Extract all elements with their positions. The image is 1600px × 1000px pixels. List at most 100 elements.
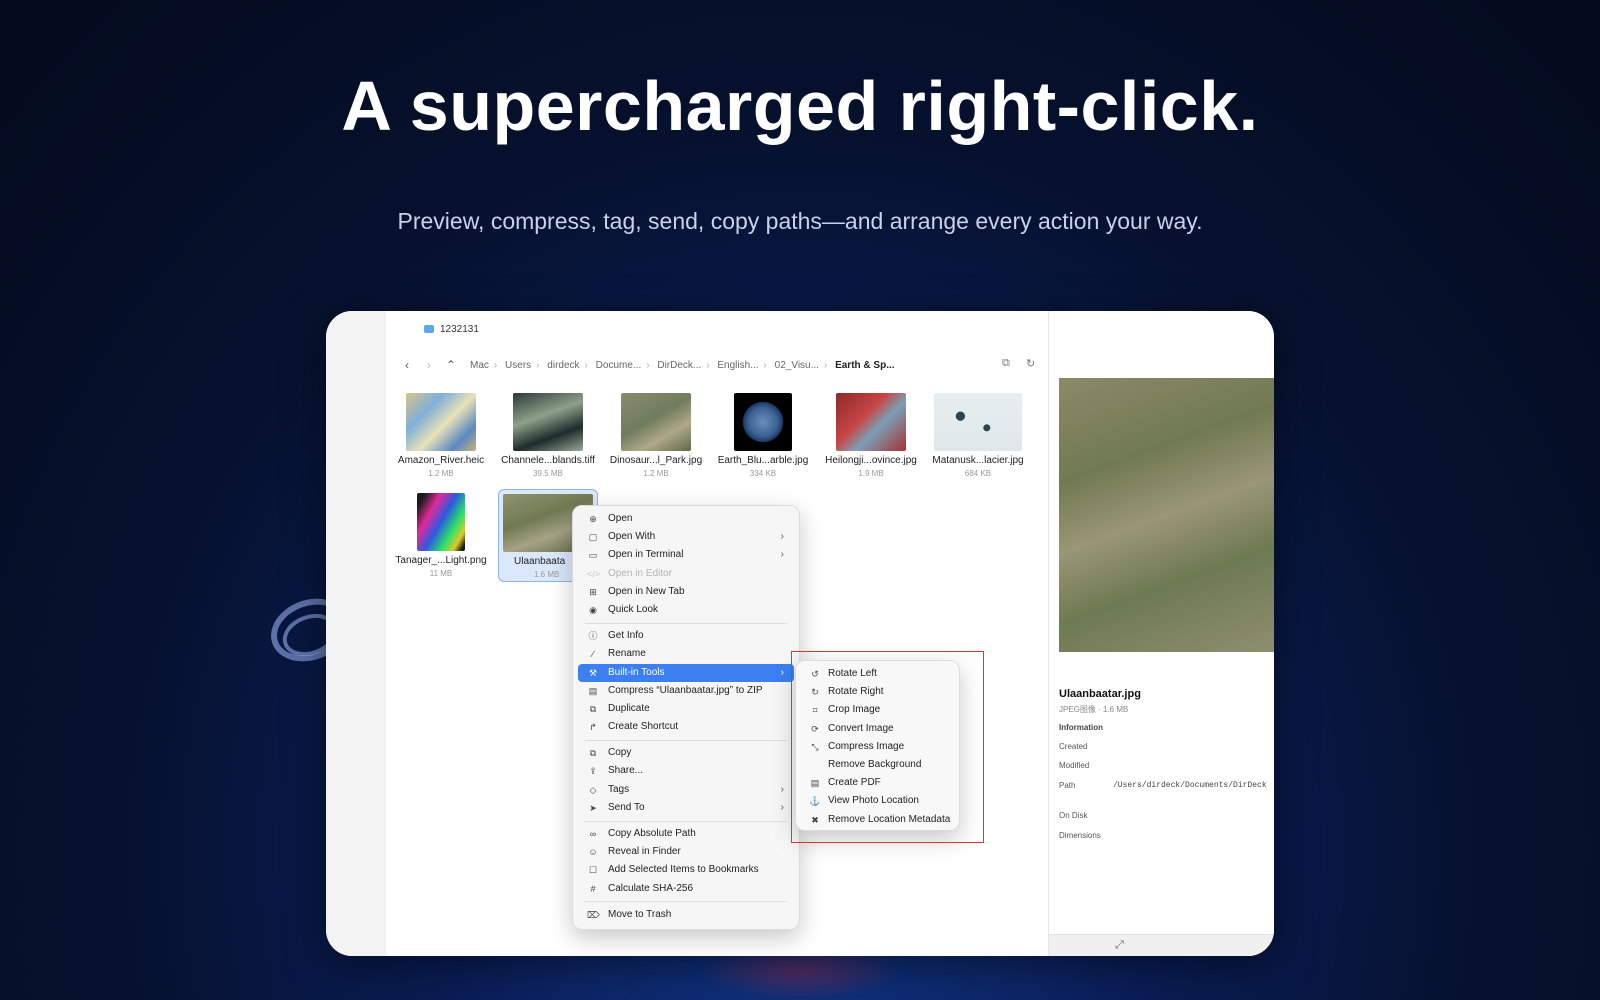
file-item[interactable]: Earth_Blu...arble.jpg 334 KB xyxy=(713,393,813,488)
breadcrumb-separator-icon: › xyxy=(493,359,498,371)
info-icon: ⓘ xyxy=(588,631,598,642)
chevron-right-icon: › xyxy=(780,783,784,795)
file-item[interactable]: Dinosaur...l_Park.jpg 1.2 MB xyxy=(606,393,706,488)
hash-icon: # xyxy=(590,883,596,894)
menu-item-tags[interactable]: ◇ Tags › xyxy=(578,781,794,799)
preview-path-label: Path xyxy=(1059,781,1076,790)
menu-item-calculate-sha256[interactable]: # Calculate SHA-256 xyxy=(578,880,794,898)
file-name: Dinosaur...l_Park.jpg xyxy=(609,455,703,466)
copy-icon[interactable]: ⧉ xyxy=(1002,357,1010,370)
menu-item-duplicate[interactable]: ⧉ Duplicate xyxy=(578,700,794,718)
menu-item-copy-absolute-path[interactable]: ∞ Copy Absolute Path xyxy=(578,825,794,843)
menu-item-reveal-in-finder[interactable]: ☺ Reveal in Finder xyxy=(578,843,794,861)
file-size: 1.2 MB xyxy=(643,469,669,478)
hero-title: A supercharged right-click. xyxy=(341,67,1259,145)
menu-separator xyxy=(585,820,787,822)
preview-meta: JPEG图像 · 1.6 MB xyxy=(1059,705,1129,714)
menu-item-compress-zip[interactable]: ▤ Compress “Ulaanbaatar.jpg” to ZIP xyxy=(578,682,794,700)
file-item[interactable]: Heilongji...ovince.jpg 1.9 MB xyxy=(821,393,921,488)
breadcrumb-item[interactable]: Users xyxy=(505,360,531,371)
menu-separator xyxy=(585,901,787,903)
menu-item-move-to-trash[interactable]: ⌦ Move to Trash xyxy=(578,906,794,924)
menu-item-label: Copy Absolute Path xyxy=(608,828,696,839)
menu-item-label: Open in Editor xyxy=(608,567,672,579)
toolbar: ‹ › ⌃ Mac › Users › dirdeck › Docume... › Di… xyxy=(386,347,1026,383)
preview-modified-label: Modified xyxy=(1059,761,1090,770)
menu-item-built-in-tools[interactable]: ⚒ Built-in Tools › xyxy=(578,663,794,682)
preview-pane: Ulaanbaatar.jpg JPEG图像 · 1.6 MB Informat… xyxy=(1048,311,1274,956)
chevron-right-icon[interactable]: › xyxy=(418,358,440,372)
menu-item-send-to[interactable]: ➤ Send To › xyxy=(578,799,794,817)
file-name: Heilongji...ovince.jpg xyxy=(825,455,917,466)
file-size: 11 MB xyxy=(429,569,453,578)
menu-item-label: Move to Trash xyxy=(608,908,672,920)
link-icon: ∞ xyxy=(589,829,597,839)
duplicate-icon: ⧉ xyxy=(589,703,597,714)
file-item[interactable]: Amazon_River.heic 1.2 MB xyxy=(391,393,491,488)
breadcrumb-current[interactable]: Earth & Sp... xyxy=(835,360,894,371)
eye-icon: ◉ xyxy=(589,604,597,615)
breadcrumb-separator-icon: › xyxy=(646,359,650,371)
file-item[interactable]: Tanager_...Light.png 11 MB xyxy=(391,493,491,588)
menu-item-label: Reveal in Finder xyxy=(608,846,681,858)
menu-item-share[interactable]: ⇪ Share... xyxy=(578,762,794,780)
chevron-left-icon[interactable]: ‹ xyxy=(396,358,418,372)
menu-item-open[interactable]: ⊕ Open xyxy=(578,510,794,528)
breadcrumb-separator-icon: › xyxy=(536,359,540,371)
menu-item-label: Send To xyxy=(608,801,645,813)
menu-item-label: Create Shortcut xyxy=(608,721,679,733)
breadcrumb-item[interactable]: DirDeck... xyxy=(657,360,701,371)
menu-item-label: Quick Look xyxy=(608,603,659,615)
breadcrumb-item[interactable]: dirdeck xyxy=(547,360,579,371)
menu-item-label: Duplicate xyxy=(608,702,650,714)
menu-separator xyxy=(585,622,787,624)
file-size: 39.5 MB xyxy=(533,469,563,478)
tab-label[interactable]: 1232131 xyxy=(440,324,479,335)
menu-item-open-in-new-tab[interactable]: ⊞ Open in New Tab xyxy=(578,583,794,601)
chevron-right-icon: › xyxy=(780,549,784,561)
trash-icon: ⌦ xyxy=(587,909,600,920)
send-icon: ➤ xyxy=(589,802,597,813)
tab-bar: 1232131 xyxy=(386,311,1036,347)
menu-item-copy[interactable]: ⧉ Copy xyxy=(578,744,794,762)
menu-item-label: Get Info xyxy=(608,630,644,642)
menu-item-quick-look[interactable]: ◉ Quick Look xyxy=(578,601,794,619)
copy-icon: ⧉ xyxy=(589,748,597,759)
menu-item-open-in-terminal[interactable]: ▭ Open in Terminal › xyxy=(578,546,794,564)
menu-item-open-in-editor: </> Open in Editor xyxy=(578,565,794,583)
file-name: Channele...blands.tiff xyxy=(501,455,595,466)
menu-item-label: Rename xyxy=(608,648,646,660)
file-item[interactable]: Channele...blands.tiff 39.5 MB xyxy=(498,393,598,488)
menu-item-get-info[interactable]: ⓘ Get Info xyxy=(578,627,794,645)
expand-icon[interactable]: ⤢ xyxy=(1115,939,1124,952)
menu-item-label: Open With xyxy=(608,531,656,543)
pencil-icon: ∕ xyxy=(592,649,594,660)
archive-icon: ▤ xyxy=(588,685,598,696)
refresh-icon[interactable]: ↻ xyxy=(1026,357,1035,370)
menu-item-rename[interactable]: ∕ Rename xyxy=(578,645,794,663)
menu-item-add-to-bookmarks[interactable]: ☐ Add Selected Items to Bookmarks xyxy=(578,861,794,879)
breadcrumb-separator-icon: › xyxy=(706,359,710,371)
terminal-icon: ▭ xyxy=(588,550,598,561)
breadcrumb-item[interactable]: Docume... xyxy=(596,360,642,371)
breadcrumb-item[interactable]: 02_Visu... xyxy=(775,360,819,371)
thumbnail-image xyxy=(513,393,583,451)
menu-item-open-with[interactable]: ▢ Open With › xyxy=(578,528,794,546)
file-item[interactable]: Matanusk...lacier.jpg 684 KB xyxy=(928,393,1028,488)
thumbnail-image xyxy=(621,393,691,451)
file-name: Amazon_River.heic xyxy=(397,455,485,466)
breadcrumb-separator-icon: › xyxy=(763,359,767,371)
preview-section-title: Information xyxy=(1059,723,1103,732)
menu-item-create-shortcut[interactable]: ↱ Create Shortcut xyxy=(578,718,794,736)
preview-on-disk-label: On Disk xyxy=(1059,811,1088,820)
share-icon: ⇪ xyxy=(589,766,597,777)
chevron-up-icon[interactable]: ⌃ xyxy=(440,358,462,372)
breadcrumb-item[interactable]: Mac xyxy=(470,360,489,371)
breadcrumb-item[interactable]: English... xyxy=(717,360,758,371)
context-menu: ⊕ Open ▢ Open With › ▭ Open in Terminal › </>… xyxy=(572,505,800,930)
bookmark-icon: ☐ xyxy=(588,865,598,876)
breadcrumb-separator-icon: › xyxy=(823,359,828,371)
menu-item-label: Add Selected Items to Bookmarks xyxy=(608,864,759,876)
file-size: 1.2 MB xyxy=(428,469,454,478)
menu-item-label: Open in Terminal xyxy=(608,549,684,561)
